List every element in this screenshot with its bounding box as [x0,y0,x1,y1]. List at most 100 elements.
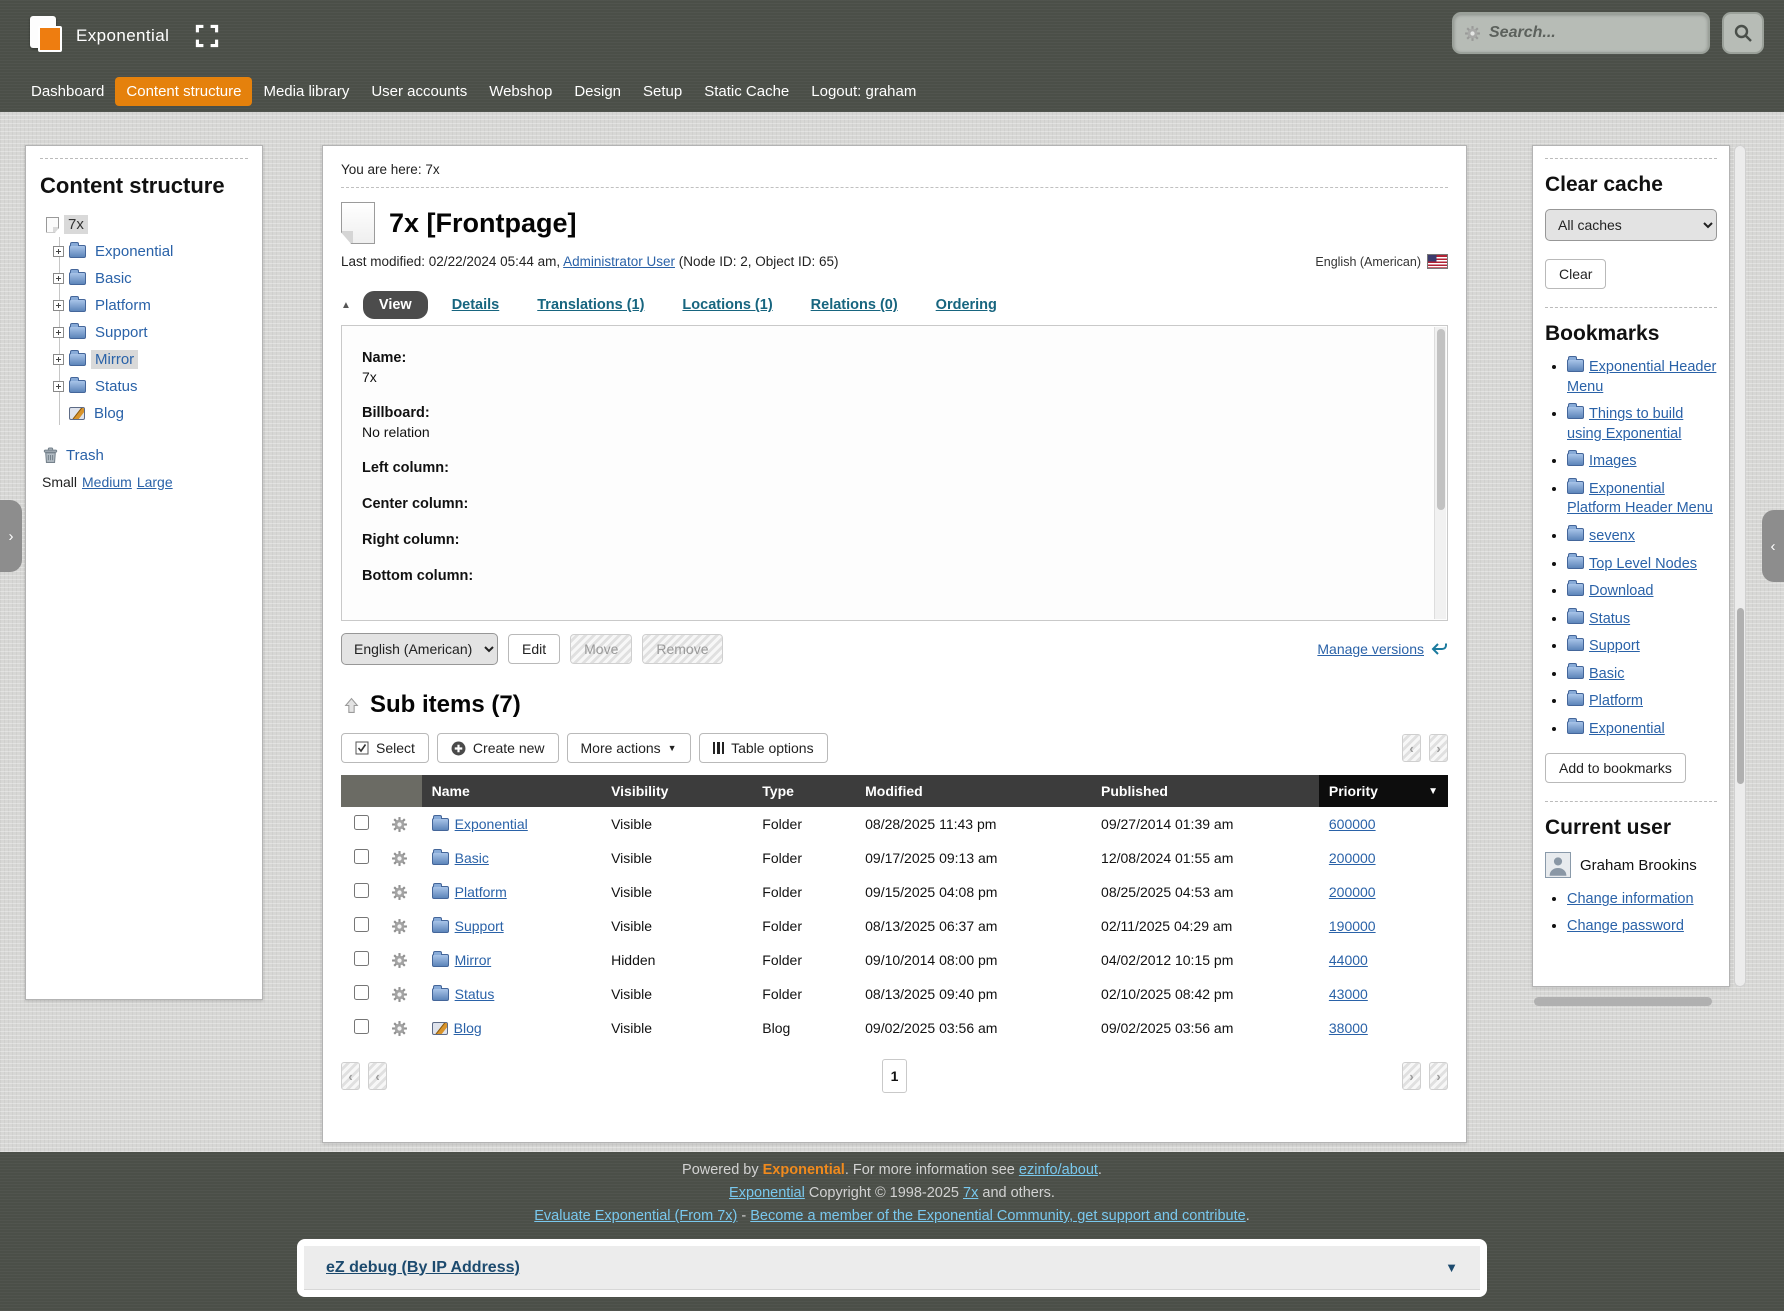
bookmark-link[interactable]: Exponential Header Menu [1567,359,1716,395]
nav-item[interactable]: Design [563,77,632,106]
row-checkbox[interactable] [354,1019,369,1034]
nav-item[interactable]: Logout: graham [800,77,927,106]
row-checkbox[interactable] [354,849,369,864]
bookmark-link[interactable]: Support [1589,638,1640,654]
priority-link[interactable]: 190000 [1329,918,1376,934]
expand-icon[interactable] [53,381,64,392]
tree-item-link[interactable]: Status [91,377,142,396]
scrollbar-thumb[interactable] [1534,997,1712,1006]
gear-icon[interactable] [391,918,411,935]
expand-icon[interactable] [53,327,64,338]
nav-item[interactable]: User accounts [360,77,478,106]
expand-icon[interactable] [53,246,64,257]
right-panel-collapse-handle[interactable]: ‹ [1762,510,1784,582]
clear-cache-button[interactable]: Clear [1545,259,1606,289]
bookmark-link[interactable]: Status [1589,611,1630,627]
right-sidebar-vertical-scrollbar[interactable] [1734,145,1746,987]
evaluate-link[interactable]: Evaluate Exponential (From 7x) [534,1208,737,1224]
search-box[interactable] [1452,12,1710,54]
column-header-name[interactable]: Name [422,775,601,807]
exponential-link[interactable]: Exponential [729,1185,805,1201]
tree-item-link[interactable]: Exponential [91,242,177,261]
priority-link[interactable]: 600000 [1329,816,1376,832]
priority-link[interactable]: 44000 [1329,952,1368,968]
tab[interactable]: Locations (1) [682,297,772,313]
create-new-button[interactable]: Create new [437,733,559,763]
item-name-link[interactable]: Status [455,986,495,1002]
tab[interactable]: View [363,291,428,319]
item-name-link[interactable]: Exponential [455,816,528,832]
right-sidebar-horizontal-scrollbar[interactable] [1534,996,1744,1008]
nav-item[interactable]: Static Cache [693,77,800,106]
bookmark-link[interactable]: Download [1589,583,1654,599]
tree-item-link[interactable]: Blog [90,404,128,423]
nav-item[interactable]: Webshop [478,77,563,106]
tree-item-link[interactable]: Basic [91,269,136,288]
tree-item-link[interactable]: 7x [64,215,88,234]
collapse-view-icon[interactable]: ▲ [341,300,351,311]
item-name-link[interactable]: Platform [455,884,507,900]
column-header-modified[interactable]: Modified [855,775,1091,807]
nav-item[interactable]: Content structure [115,77,252,106]
column-header-priority[interactable]: Priority▼ [1319,775,1448,807]
scrollbar-thumb[interactable] [1737,608,1744,784]
left-panel-collapse-handle[interactable]: › [0,500,22,572]
gear-icon[interactable] [391,884,411,901]
expand-icon[interactable] [53,300,64,311]
row-checkbox[interactable] [354,951,369,966]
nav-item[interactable]: Setup [632,77,693,106]
tree-item-link[interactable]: Mirror [91,350,138,369]
user-link[interactable]: Change information [1567,891,1694,907]
add-to-bookmarks-button[interactable]: Add to bookmarks [1545,753,1686,783]
priority-link[interactable]: 43000 [1329,986,1368,1002]
trash-link[interactable]: Trash [66,447,104,464]
debug-toggle-icon[interactable]: ▼ [1445,1260,1458,1275]
row-checkbox[interactable] [354,985,369,1000]
user-link[interactable]: Change password [1567,918,1684,934]
expand-icon[interactable] [53,273,64,284]
community-link[interactable]: Become a member of the Exponential Commu… [750,1208,1245,1224]
administrator-user-link[interactable]: Administrator User [563,254,675,269]
bookmark-link[interactable]: sevenx [1589,528,1635,544]
bookmark-link[interactable]: Things to build using Exponential [1567,406,1683,442]
edit-button[interactable]: Edit [508,634,560,664]
search-input[interactable] [1489,24,1708,42]
bookmark-link[interactable]: Exponential [1589,721,1665,737]
search-button[interactable] [1722,12,1764,54]
size-large-link[interactable]: Large [137,474,173,490]
item-name-link[interactable]: Basic [455,850,489,866]
gear-icon[interactable] [391,850,411,867]
table-options-button[interactable]: Table options [699,733,828,763]
tab[interactable]: Relations (0) [811,297,898,313]
tab[interactable]: Translations (1) [537,297,644,313]
bookmark-link[interactable]: Exponential Platform Header Menu [1567,481,1713,517]
more-actions-button[interactable]: More actions ▼ [567,733,691,763]
bookmark-link[interactable]: Top Level Nodes [1589,556,1697,572]
cache-type-select[interactable]: All caches [1545,209,1717,241]
tree-item-link[interactable]: Platform [91,296,155,315]
up-arrow-icon[interactable] [343,697,360,714]
tree-item-link[interactable]: Support [91,323,152,342]
column-header-visibility[interactable]: Visibility [601,775,752,807]
sort-desc-icon[interactable]: ▼ [1428,786,1438,797]
tab[interactable]: Ordering [936,297,997,313]
item-name-link[interactable]: Support [455,918,504,934]
priority-link[interactable]: 200000 [1329,850,1376,866]
size-medium-link[interactable]: Medium [82,474,132,490]
priority-link[interactable]: 200000 [1329,884,1376,900]
ez-debug-link[interactable]: eZ debug (By IP Address) [326,1259,520,1277]
bookmark-link[interactable]: Basic [1589,666,1624,682]
fullscreen-icon[interactable] [195,24,219,48]
current-page-button[interactable]: 1 [882,1059,907,1093]
nav-item[interactable]: Media library [252,77,360,106]
gear-icon[interactable] [391,816,411,833]
bookmark-link[interactable]: Images [1589,453,1637,469]
tab[interactable]: Details [452,297,500,313]
row-checkbox[interactable] [354,917,369,932]
gear-icon[interactable] [391,1020,411,1037]
language-select[interactable]: English (American) [341,633,498,665]
manage-versions-link[interactable]: Manage versions [1317,641,1424,657]
priority-link[interactable]: 38000 [1329,1020,1368,1036]
bookmark-link[interactable]: Platform [1589,693,1643,709]
item-name-link[interactable]: Mirror [455,952,492,968]
